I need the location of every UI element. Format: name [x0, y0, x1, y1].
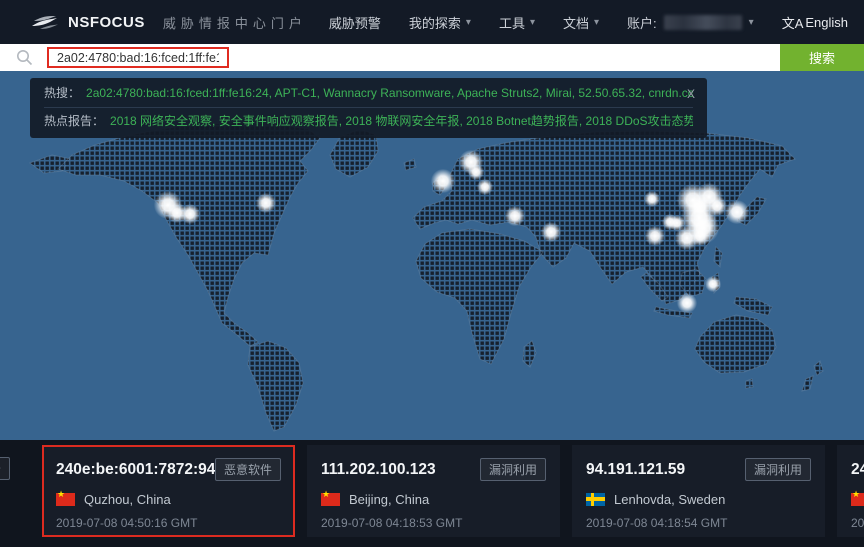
sweden-flag-icon — [586, 493, 605, 506]
search-button[interactable]: 搜索 — [780, 44, 864, 71]
account-menu[interactable]: 账户: ▾ — [627, 13, 754, 32]
event-timestamp: 2019-07-08 04:18:54 GMT — [586, 516, 811, 530]
hot-report-label: 热点报告： — [44, 112, 104, 131]
event-timestamp: 2019-07-08 04:18:53 GMT — [321, 516, 546, 530]
hot-link-separator: , — [579, 114, 586, 128]
threat-event-card[interactable]: 111.202.100.123 漏洞利用 Beijing, China 2019-07… — [307, 445, 560, 537]
ticker-fragment-badge: 攻击 — [0, 457, 10, 480]
nav-tools[interactable]: 工具 ▾ — [499, 13, 535, 32]
event-timestamp: 2019-07-08 04:50:16 GMT — [851, 516, 864, 530]
language-label: English — [805, 15, 848, 30]
event-timestamp: 2019-07-08 04:50:16 GMT — [56, 516, 281, 530]
hot-link-separator: , — [539, 86, 546, 100]
chevron-down-icon: ▾ — [466, 17, 471, 28]
event-type-badge: 漏洞利用 — [480, 458, 546, 481]
event-type-badge: 恶意软件 — [215, 458, 281, 481]
world-threat-map: 热搜： 2a02:4780:bad:16:fced:1ff:fe16:24, A… — [0, 71, 864, 440]
hot-link[interactable]: APT-C1 — [275, 86, 317, 100]
threat-event-ticker: 攻击 240e:be:6001:7872:947f:...恶意软件Quzhou,… — [0, 440, 864, 547]
hot-link[interactable]: Wannacry Ransomware — [323, 86, 451, 100]
nav-docs-label: 文档 — [563, 13, 589, 32]
event-location: Quzhou, China — [84, 492, 171, 507]
china-flag-icon — [851, 493, 864, 506]
top-navbar: NSFOCUS 威胁情报中心门户 威胁预警 我的探索 ▾ 工具 ▾ 文档 ▾ 账… — [0, 0, 864, 44]
hot-report-links: 2018 网络安全观察, 安全事件响应观察报告, 2018 物联网安全年报, 2… — [110, 112, 693, 131]
hot-search-row: 热搜： 2a02:4780:bad:16:fced:1ff:fe16:24, A… — [44, 84, 693, 103]
hot-report-row: 热点报告： 2018 网络安全观察, 安全事件响应观察报告, 2018 物联网安… — [44, 107, 693, 131]
china-flag-icon — [321, 493, 340, 506]
hot-link[interactable]: Apache Struts2 — [457, 86, 539, 100]
brand-subtitle: 威胁情报中心门户 — [163, 13, 307, 32]
nsfocus-logo-icon — [30, 12, 60, 32]
event-location: Lenhovda, Sweden — [614, 492, 725, 507]
hot-search-label: 热搜： — [44, 84, 80, 103]
header-nav: 威胁预警 我的探索 ▾ 工具 ▾ 文档 ▾ 账户: ▾ 文A English — [329, 13, 848, 32]
chevron-down-icon: ▾ — [530, 17, 535, 28]
brand[interactable]: NSFOCUS 威胁情报中心门户 — [30, 12, 307, 32]
hot-search-panel: 热搜： 2a02:4780:bad:16:fced:1ff:fe16:24, A… — [30, 78, 707, 138]
chevron-down-icon: ▾ — [749, 17, 754, 28]
search-bar: 搜索 — [0, 44, 864, 71]
nav-threat-alert-label: 威胁预警 — [329, 13, 381, 32]
brand-name: NSFOCUS — [68, 14, 145, 31]
event-ip-title: 240e:be:6001:7872:947f:... — [851, 461, 864, 479]
search-input[interactable] — [47, 47, 229, 68]
nav-my-exploration-label: 我的探索 — [409, 13, 461, 32]
hot-link[interactable]: Mirai — [546, 86, 572, 100]
hot-link[interactable]: 安全事件响应观察报告 — [219, 114, 339, 128]
hot-search-links: 2a02:4780:bad:16:fced:1ff:fe16:24, APT-C… — [86, 84, 693, 103]
search-icon — [16, 49, 33, 66]
hot-link[interactable]: 2018 网络安全观察 — [110, 114, 212, 128]
threat-event-card[interactable]: 240e:be:6001:7872:947f:...恶意软件Quzhou, Ch… — [837, 445, 864, 537]
account-label: 账户: — [627, 13, 657, 32]
nav-docs[interactable]: 文档 ▾ — [563, 13, 599, 32]
event-ip-title: 111.202.100.123 — [321, 461, 436, 479]
event-location: Beijing, China — [349, 492, 429, 507]
translate-icon: 文A — [782, 13, 804, 32]
nav-threat-alert[interactable]: 威胁预警 — [329, 13, 381, 32]
threat-event-card[interactable]: 94.191.121.59 漏洞利用 Lenhovda, Sweden 2019-07… — [572, 445, 825, 537]
nav-tools-label: 工具 — [499, 13, 525, 32]
language-switch[interactable]: 文A English — [782, 13, 848, 32]
china-flag-icon — [56, 493, 75, 506]
event-ip-title: 240e:be:6001:7872:947f:... — [56, 461, 215, 479]
chevron-down-icon: ▾ — [594, 17, 599, 28]
threat-event-card[interactable]: 240e:be:6001:7872:947f:...恶意软件 Quzhou, Ch… — [42, 445, 295, 537]
hot-link[interactable]: 2018 DDoS攻击态势报告 — [586, 114, 693, 128]
event-ip-title: 94.191.121.59 — [586, 461, 685, 479]
hot-link-separator: , — [212, 114, 219, 128]
event-type-badge: 漏洞利用 — [745, 458, 811, 481]
hot-link[interactable]: 2018 物联网安全年报 — [345, 114, 459, 128]
hot-link[interactable]: 52.50.65.32 — [578, 86, 641, 100]
hot-link[interactable]: 2a02:4780:bad:16:fced:1ff:fe16:24 — [86, 86, 269, 100]
nav-my-exploration[interactable]: 我的探索 ▾ — [409, 13, 471, 32]
hot-link[interactable]: 2018 Botnet趋势报告 — [466, 114, 579, 128]
close-icon[interactable]: X — [687, 85, 695, 104]
account-username-redacted — [664, 15, 742, 30]
